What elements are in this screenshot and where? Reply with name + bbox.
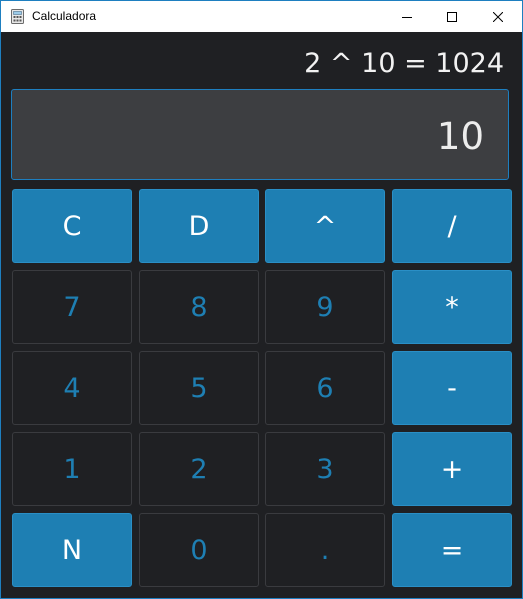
digit-3-button[interactable]: 3 xyxy=(265,432,385,506)
digit-2-button[interactable]: 2 xyxy=(139,432,259,506)
add-button[interactable]: + xyxy=(392,432,512,506)
decimal-point-button[interactable]: . xyxy=(265,513,385,587)
clear-button[interactable]: C xyxy=(12,189,132,263)
digit-1-button[interactable]: 1 xyxy=(12,432,132,506)
close-button[interactable] xyxy=(475,1,521,32)
maximize-icon xyxy=(447,7,457,26)
multiply-button[interactable]: * xyxy=(392,270,512,344)
display-value: 10 xyxy=(436,115,484,158)
close-icon xyxy=(492,7,504,26)
calculator-window: Calculadora 2 ^ 10 = 1024 10 C D ^ / 7 8… xyxy=(0,0,523,599)
power-button[interactable]: ^ xyxy=(265,189,385,263)
divide-button[interactable]: / xyxy=(392,189,512,263)
digit-8-button[interactable]: 8 xyxy=(139,270,259,344)
negate-button[interactable]: N xyxy=(12,513,132,587)
display-field[interactable]: 10 xyxy=(11,89,509,180)
delete-button[interactable]: D xyxy=(139,189,259,263)
digit-5-button[interactable]: 5 xyxy=(139,351,259,425)
minimize-button[interactable] xyxy=(384,1,430,32)
digit-9-button[interactable]: 9 xyxy=(265,270,385,344)
minimize-icon xyxy=(402,7,412,26)
digit-7-button[interactable]: 7 xyxy=(12,270,132,344)
expression-history: 2 ^ 10 = 1024 xyxy=(304,48,504,79)
digit-6-button[interactable]: 6 xyxy=(265,351,385,425)
subtract-button[interactable]: - xyxy=(392,351,512,425)
maximize-button[interactable] xyxy=(429,1,475,32)
title-bar[interactable]: Calculadora xyxy=(1,1,522,32)
digit-0-button[interactable]: 0 xyxy=(139,513,259,587)
digit-4-button[interactable]: 4 xyxy=(12,351,132,425)
equals-button[interactable]: = xyxy=(392,513,512,587)
calculator-icon xyxy=(11,9,24,24)
window-title: Calculadora xyxy=(32,9,97,23)
calculator-body: 2 ^ 10 = 1024 10 C D ^ / 7 8 9 * 4 5 6 -… xyxy=(1,32,522,598)
